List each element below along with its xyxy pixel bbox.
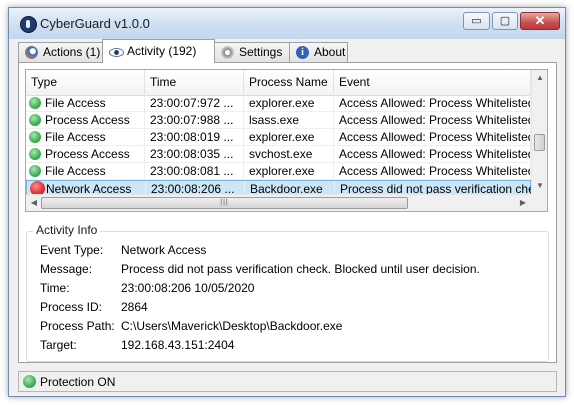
scroll-up-arrow-icon[interactable]: ▲	[532, 70, 547, 86]
window-title: CyberGuard v1.0.0	[40, 16, 150, 31]
info-label: Message:	[40, 262, 93, 276]
row-type: Process Access	[45, 113, 130, 127]
tab-actions[interactable]: Actions (1)	[18, 42, 103, 62]
scroll-left-arrow-icon[interactable]: ◀	[26, 195, 42, 211]
info-value: 2864	[121, 300, 148, 314]
tab-activity-label: Activity (192)	[127, 44, 197, 58]
scroll-right-arrow-icon[interactable]: ▶	[515, 195, 531, 211]
activity-info-title: Activity Info	[33, 223, 101, 237]
row-type: File Access	[45, 130, 106, 144]
info-label: Process Path:	[40, 319, 115, 333]
info-label: Time:	[40, 281, 70, 295]
info-icon: i	[296, 46, 309, 59]
tab-about-label: About	[314, 45, 346, 59]
vertical-scrollbar[interactable]: ▲ ▼	[531, 70, 547, 194]
app-window: CyberGuard v1.0.0 ▭ ▢ ✕ Actions (1) Acti…	[8, 7, 566, 397]
row-process: svchost.exe	[244, 146, 334, 162]
row-process: explorer.exe	[244, 129, 334, 145]
info-value: C:\Users\Maverick\Desktop\Backdoor.exe	[121, 319, 343, 333]
info-label: Process ID:	[40, 300, 103, 314]
row-time: 23:00:08:035 ...	[145, 146, 244, 162]
row-event: Access Allowed: Process Whitelisted	[334, 129, 531, 145]
protection-status-icon	[23, 375, 36, 388]
row-time: 23:00:08:019 ...	[145, 129, 244, 145]
activity-panel: Type Time Process Name Event File Access…	[18, 62, 557, 363]
status-ok-icon	[29, 131, 41, 143]
row-time: 23:00:07:972 ...	[145, 95, 244, 111]
table-row[interactable]: File Access 23:00:08:019 ... explorer.ex…	[26, 129, 531, 146]
status-ok-icon	[29, 97, 41, 109]
info-label: Target:	[40, 338, 77, 352]
gear-icon	[221, 46, 234, 59]
minimize-button[interactable]: ▭	[463, 12, 490, 30]
table-row[interactable]: Process Access 23:00:08:035 ... svchost.…	[26, 146, 531, 163]
info-value: Process did not pass verification check.…	[121, 262, 480, 276]
column-header-process[interactable]: Process Name	[244, 70, 334, 95]
tab-about[interactable]: i About	[289, 42, 348, 62]
column-header-type[interactable]: Type	[26, 70, 145, 95]
row-time: 23:00:07:988 ...	[145, 112, 244, 128]
vertical-scroll-thumb[interactable]	[534, 134, 545, 151]
shield-logo-icon	[20, 16, 37, 33]
status-bar: Protection ON	[18, 371, 557, 392]
tab-settings-label: Settings	[239, 45, 283, 59]
row-event: Access Allowed: Process Whitelisted	[334, 95, 531, 111]
status-ok-icon	[29, 148, 41, 160]
row-time: 23:00:08:081 ...	[145, 163, 244, 179]
scrollbar-corner	[531, 194, 547, 211]
tab-actions-label: Actions (1)	[43, 45, 101, 59]
close-button[interactable]: ✕	[520, 12, 560, 30]
status-ok-icon	[29, 114, 41, 126]
info-value: 23:00:08:206 10/05/2020	[121, 281, 255, 295]
horizontal-scrollbar[interactable]: ◀ ||| ▶	[26, 194, 531, 211]
table-row[interactable]: File Access 23:00:08:081 ... explorer.ex…	[26, 163, 531, 180]
info-value: Network Access	[121, 243, 207, 257]
tab-activity[interactable]: Activity (192)	[102, 39, 215, 63]
row-type: File Access	[45, 96, 106, 110]
row-event: Access Allowed: Process Whitelisted	[334, 163, 531, 179]
row-type: File Access	[45, 164, 106, 178]
protection-status-text: Protection ON	[40, 375, 116, 389]
info-value: 192.168.43.151:2404	[121, 338, 235, 352]
status-ok-icon	[29, 165, 41, 177]
row-event: Access Allowed: Process Whitelisted	[334, 146, 531, 162]
column-header-event[interactable]: Event	[334, 70, 531, 95]
eye-icon	[109, 48, 124, 57]
title-bar[interactable]: CyberGuard v1.0.0 ▭ ▢ ✕	[9, 8, 565, 39]
row-process: explorer.exe	[244, 95, 334, 111]
actions-icon	[25, 46, 38, 59]
activity-info-group: Activity Info Event Type: Network Access…	[26, 223, 549, 362]
maximize-button[interactable]: ▢	[492, 12, 518, 30]
table-header: Type Time Process Name Event	[26, 70, 531, 96]
row-process: lsass.exe	[244, 112, 334, 128]
row-process: explorer.exe	[244, 163, 334, 179]
row-type: Process Access	[45, 147, 130, 161]
tab-settings[interactable]: Settings	[214, 42, 290, 62]
horizontal-scroll-thumb[interactable]: |||	[41, 197, 408, 209]
column-header-time[interactable]: Time	[145, 70, 244, 95]
info-label: Event Type:	[40, 243, 104, 257]
row-event: Access Allowed: Process Whitelisted (Ha	[334, 112, 531, 128]
table-row[interactable]: Process Access 23:00:07:988 ... lsass.ex…	[26, 112, 531, 129]
table-row[interactable]: File Access 23:00:07:972 ... explorer.ex…	[26, 95, 531, 112]
scroll-down-arrow-icon[interactable]: ▼	[532, 178, 547, 194]
activity-table[interactable]: Type Time Process Name Event File Access…	[25, 69, 548, 212]
